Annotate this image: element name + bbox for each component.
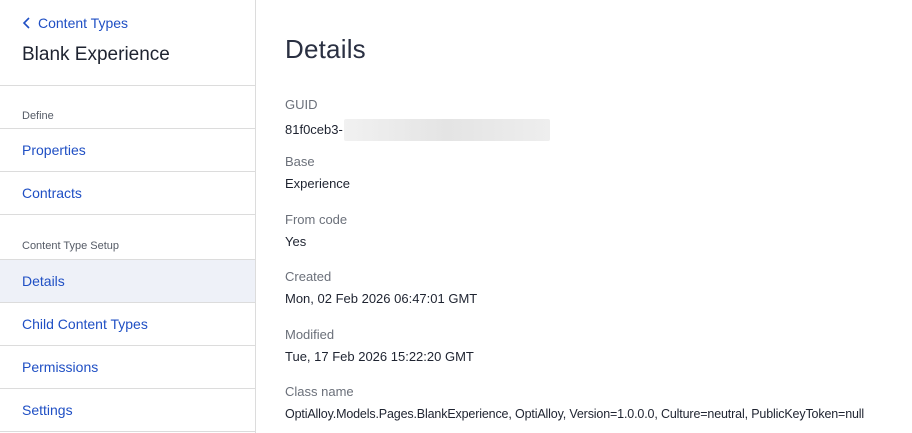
divider (0, 214, 255, 215)
sidebar-item-contracts[interactable]: Contracts (0, 172, 255, 214)
field-label: Class name (285, 384, 354, 399)
content-type-title: Blank Experience (22, 44, 170, 65)
details-panel: Details GUID 81f0ceb3- Base Experience F… (256, 0, 912, 433)
sidebar-item-settings[interactable]: Settings (0, 389, 255, 431)
divider (0, 431, 255, 432)
chevron-left-icon (22, 17, 30, 29)
field-value: Experience (285, 176, 351, 191)
field-modified: Modified Tue, 17 Feb 2026 15:22:20 GMT (285, 327, 474, 365)
field-created: Created Mon, 02 Feb 2026 06:47:01 GMT (285, 269, 477, 307)
section-label-define: Define (22, 110, 54, 122)
field-value: Mon, 02 Feb 2026 06:47:01 GMT (285, 291, 478, 306)
back-to-content-types-link[interactable]: Content Types (22, 15, 128, 31)
field-base: Base Experience (285, 154, 350, 192)
sidebar-item-child-content-types[interactable]: Child Content Types (0, 303, 255, 345)
sidebar: Content Types Blank Experience Define Pr… (0, 0, 256, 433)
field-class-name: Class name OptiAlloy.Models.Pages.BlankE… (285, 384, 864, 422)
guid-value: 81f0ceb3- (285, 122, 343, 137)
field-label: Base (285, 154, 315, 169)
sidebar-item-details[interactable]: Details (0, 260, 255, 302)
sidebar-item-properties[interactable]: Properties (0, 129, 255, 171)
redacted-block (343, 119, 550, 141)
field-value: Yes (285, 234, 307, 249)
section-label-content-type-setup: Content Type Setup (22, 240, 120, 252)
field-label: Modified (285, 327, 335, 342)
field-from-code: From code Yes (285, 212, 347, 250)
back-link-label: Content Types (38, 15, 129, 31)
field-label: From code (285, 212, 348, 227)
field-label: Created (285, 269, 332, 284)
page-title: Details (285, 34, 366, 64)
divider (0, 85, 255, 86)
sidebar-item-permissions[interactable]: Permissions (0, 346, 255, 388)
field-guid: GUID 81f0ceb3- (285, 97, 550, 141)
field-value: Tue, 17 Feb 2026 15:22:20 GMT (285, 349, 474, 364)
field-value: 81f0ceb3- (285, 119, 550, 141)
field-value: OptiAlloy.Models.Pages.BlankExperience, … (285, 407, 865, 421)
field-label: GUID (285, 97, 318, 112)
